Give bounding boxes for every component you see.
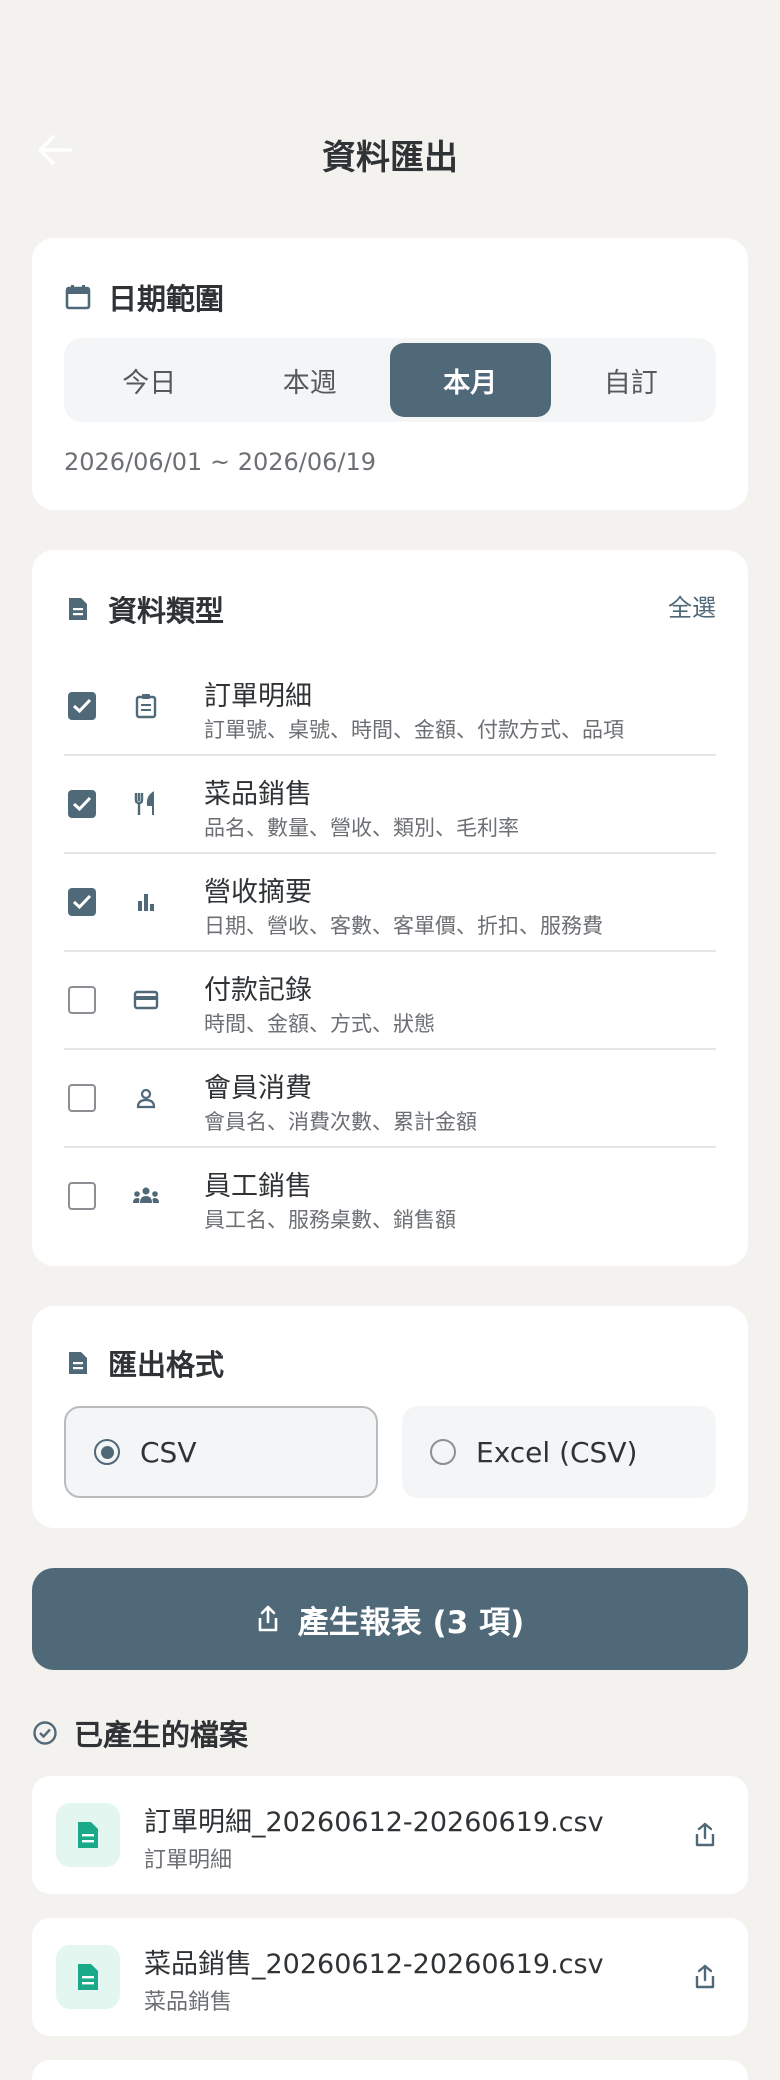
- clipboard-icon: [132, 692, 160, 720]
- data-type-label: 會員消費: [204, 1073, 312, 1104]
- data-types-title-text: 資料類型: [108, 594, 225, 628]
- credit-card-icon: [132, 986, 160, 1014]
- checkmark-icon: [72, 894, 92, 910]
- export-format-title-text: 匯出格式: [108, 1348, 225, 1382]
- data-type-desc: 會員名、消費次數、累計金額: [204, 1110, 477, 1134]
- checkbox-staff-sales[interactable]: [68, 1182, 96, 1210]
- format-label: Excel (CSV): [476, 1435, 638, 1469]
- date-range-title-text: 日期範圍: [108, 282, 225, 316]
- data-type-row-staff-sales[interactable]: 員工銷售 員工名、服務桌數、銷售額: [64, 1148, 716, 1246]
- data-type-label: 菜品銷售: [204, 779, 312, 810]
- group-icon: [132, 1182, 160, 1210]
- document-icon: [64, 1349, 92, 1377]
- data-type-label: 營收摘要: [204, 877, 312, 908]
- generated-file-item[interactable]: 菜品銷售_20260612-20260619.csv 菜品銷售: [32, 1918, 748, 2036]
- checkmark-icon: [72, 698, 92, 714]
- data-type-label: 員工銷售: [204, 1171, 312, 1202]
- csv-file-icon: [56, 1945, 120, 2009]
- document-icon: [64, 595, 92, 623]
- data-types-title: 資料類型: [64, 588, 224, 630]
- radio-csv[interactable]: [94, 1439, 120, 1465]
- date-range-card: 日期範圍 今日 本週 本月 自訂 2026/06/01 ~ 2026/06/19: [32, 238, 748, 510]
- data-type-row-member-spending[interactable]: 會員消費 會員名、消費次數、累計金額: [64, 1050, 716, 1148]
- data-type-desc: 員工名、服務桌數、銷售額: [204, 1208, 456, 1232]
- file-name: 訂單明細_20260612-20260619.csv: [144, 1807, 604, 1838]
- share-icon: [258, 1605, 278, 1632]
- data-type-row-dish-sales[interactable]: 菜品銷售 品名、數量、營收、類別、毛利率: [64, 756, 716, 854]
- check-circle-icon: [32, 1719, 60, 1747]
- generated-files-title: 已產生的檔案: [32, 1712, 248, 1754]
- generated-file-item-partial[interactable]: [32, 2060, 748, 2080]
- generate-report-button[interactable]: 產生報表 (3 項): [32, 1568, 748, 1670]
- export-format-title: 匯出格式: [64, 1342, 224, 1384]
- format-option-csv[interactable]: CSV: [64, 1406, 378, 1498]
- data-type-desc: 品名、數量、營收、類別、毛利率: [204, 816, 519, 840]
- person-icon: [132, 1084, 160, 1112]
- date-range-text: 2026/06/01 ~ 2026/06/19: [64, 448, 377, 476]
- share-icon: [695, 1964, 715, 1989]
- share-icon: [695, 1822, 715, 1847]
- data-type-label: 訂單明細: [204, 681, 312, 712]
- calendar-icon: [64, 283, 92, 311]
- page-title: 資料匯出: [322, 138, 458, 178]
- share-file-button[interactable]: [686, 1958, 724, 1996]
- checkbox-order-details[interactable]: [68, 692, 96, 720]
- generated-file-item[interactable]: 訂單明細_20260612-20260619.csv 訂單明細: [32, 1776, 748, 1894]
- data-type-desc: 訂單號、桌號、時間、金額、付款方式、品項: [204, 718, 624, 742]
- bar-chart-icon: [132, 888, 160, 916]
- date-range-segmented-control: 今日 本週 本月 自訂: [64, 338, 716, 422]
- share-file-button[interactable]: [686, 1816, 724, 1854]
- file-type: 訂單明細: [144, 1848, 233, 1873]
- generate-report-label: 產生報表 (3 項): [297, 1604, 525, 1641]
- data-type-row-revenue-summary[interactable]: 營收摘要 日期、營收、客數、客單價、折扣、服務費: [64, 854, 716, 952]
- app-header: 資料匯出: [0, 110, 780, 190]
- data-types-card: 資料類型 全選 訂單明細 訂單號、桌號、時間、金額、付款方式、品項 菜品銷售 品…: [32, 550, 748, 1266]
- export-format-card: 匯出格式 CSV Excel (CSV): [32, 1306, 748, 1528]
- format-option-excel-csv[interactable]: Excel (CSV): [402, 1406, 716, 1498]
- data-type-desc: 時間、金額、方式、狀態: [204, 1012, 435, 1036]
- data-type-row-payment-records[interactable]: 付款記錄 時間、金額、方式、狀態: [64, 952, 716, 1050]
- checkbox-member-spending[interactable]: [68, 1084, 96, 1112]
- date-option-today[interactable]: 今日: [69, 343, 230, 417]
- date-option-this-week[interactable]: 本週: [230, 343, 391, 417]
- date-option-custom[interactable]: 自訂: [551, 343, 712, 417]
- data-type-label: 付款記錄: [204, 975, 312, 1006]
- data-type-list: 訂單明細 訂單號、桌號、時間、金額、付款方式、品項 菜品銷售 品名、數量、營收、…: [64, 658, 716, 1246]
- radio-dot: [100, 1445, 114, 1459]
- csv-file-icon: [56, 1803, 120, 1867]
- data-type-desc: 日期、營收、客數、客單價、折扣、服務費: [204, 914, 603, 938]
- checkbox-payment-records[interactable]: [68, 986, 96, 1014]
- file-name: 菜品銷售_20260612-20260619.csv: [144, 1949, 604, 1980]
- data-type-row-order-details[interactable]: 訂單明細 訂單號、桌號、時間、金額、付款方式、品項: [64, 658, 716, 756]
- date-range-title: 日期範圍: [64, 276, 224, 318]
- generated-files-title-text: 已產生的檔案: [74, 1718, 249, 1752]
- checkbox-dish-sales[interactable]: [68, 790, 96, 818]
- file-type: 菜品銷售: [144, 1990, 233, 2015]
- utensils-icon: [132, 790, 160, 818]
- checkmark-icon: [72, 796, 92, 812]
- format-label: CSV: [140, 1435, 197, 1469]
- select-all-link[interactable]: 全選: [668, 588, 716, 623]
- checkbox-revenue-summary[interactable]: [68, 888, 96, 916]
- date-option-this-month[interactable]: 本月: [390, 343, 551, 417]
- radio-excel-csv[interactable]: [430, 1439, 456, 1465]
